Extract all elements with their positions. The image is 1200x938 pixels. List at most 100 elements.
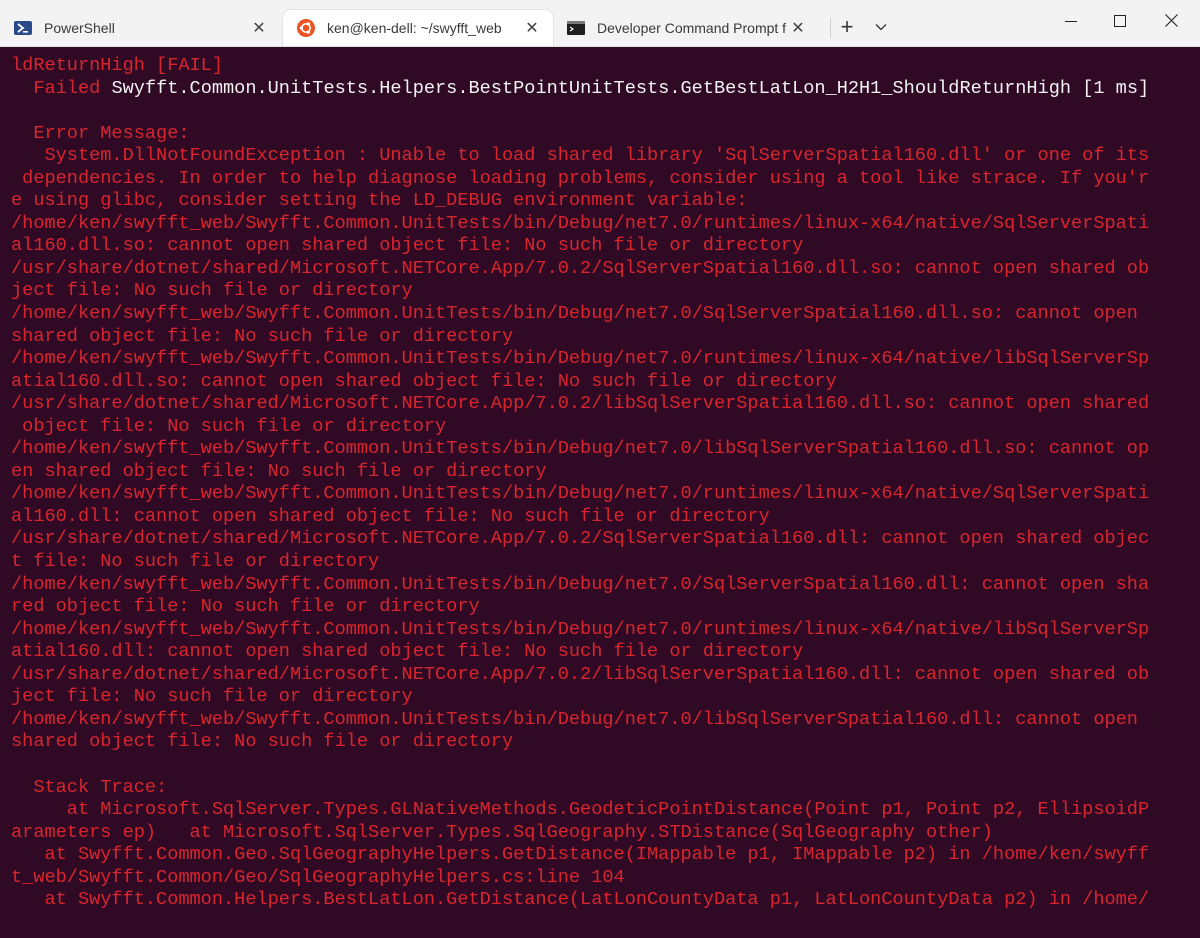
line-text: object file: No such file or directory	[11, 415, 447, 437]
line-text: t_web/Swyfft.Common/Geo/SqlGeographyHelp…	[11, 866, 625, 888]
line-text: /usr/share/dotnet/shared/Microsoft.NETCo…	[11, 528, 1150, 550]
line-text: Stack Trace:	[11, 776, 168, 798]
line-text	[11, 754, 22, 775]
line-text: arameters ep) at Microsoft.SqlServer.Typ…	[11, 821, 993, 843]
cmd-icon	[567, 19, 585, 37]
terminal-line: Stack Trace:	[11, 777, 1149, 800]
line-text: at Swyfft.Common.Helpers.BestLatLon.GetD…	[11, 889, 1150, 911]
line-text: at Swyfft.Common.Geo.SqlGeographyHelpers…	[11, 844, 1150, 866]
terminal-line: /usr/share/dotnet/shared/Microsoft.NETCo…	[11, 664, 1149, 687]
line-text: /home/ken/swyfft_web/Swyfft.Common.UnitT…	[11, 618, 1150, 640]
line-text: /usr/share/dotnet/shared/Microsoft.NETCo…	[11, 393, 1150, 415]
tab-powershell[interactable]: PowerShell ✕	[0, 10, 280, 46]
tab-developer-command-prompt[interactable]: Developer Command Prompt f ✕	[553, 10, 819, 46]
terminal-line: Failed Swyfft.Common.UnitTests.Helpers.B…	[11, 78, 1149, 101]
terminal-line: /home/ken/swyfft_web/Swyfft.Common.UnitT…	[11, 438, 1149, 461]
line-text: /home/ken/swyfft_web/Swyfft.Common.UnitT…	[11, 708, 1138, 730]
line-text: Error Message:	[11, 122, 190, 144]
close-window-button[interactable]	[1148, 0, 1194, 46]
terminal-output: ldReturnHigh [FAIL] Failed Swyfft.Common…	[11, 55, 1149, 912]
close-icon	[1164, 14, 1178, 32]
terminal-line: ject file: No such file or directory	[11, 280, 1149, 303]
scrollbar[interactable]	[1194, 107, 1198, 938]
terminal-line: /home/ken/swyfft_web/Swyfft.Common.UnitT…	[11, 574, 1149, 597]
terminal-line: t_web/Swyfft.Common/Geo/SqlGeographyHelp…	[11, 867, 1149, 890]
terminal-line: ject file: No such file or directory	[11, 686, 1149, 709]
terminal-line: al160.dll.so: cannot open shared object …	[11, 235, 1149, 258]
line-text: /usr/share/dotnet/shared/Microsoft.NETCo…	[11, 663, 1150, 685]
terminal-line: red object file: No such file or directo…	[11, 596, 1149, 619]
line-text: dependencies. In order to help diagnose …	[11, 167, 1150, 189]
line-text: e using glibc, consider setting the LD_D…	[11, 190, 748, 212]
terminal-line: en shared object file: No such file or d…	[11, 461, 1149, 484]
plus-icon: +	[840, 14, 854, 39]
title-bar: PowerShell ✕ ken@ken-dell: ~/swyfft_web …	[0, 0, 1200, 47]
terminal-line: arameters ep) at Microsoft.SqlServer.Typ…	[11, 822, 1149, 845]
close-icon[interactable]: ✕	[789, 19, 807, 37]
line-text: en shared object file: No such file or d…	[11, 460, 547, 482]
chevron-down-icon	[875, 18, 887, 36]
line-text: /home/ken/swyfft_web/Swyfft.Common.UnitT…	[11, 483, 1150, 505]
terminal-line: /home/ken/swyfft_web/Swyfft.Common.UnitT…	[11, 619, 1149, 642]
line-text: /home/ken/swyfft_web/Swyfft.Common.UnitT…	[11, 303, 1138, 325]
terminal-line: al160.dll: cannot open shared object fil…	[11, 506, 1149, 529]
terminal-pane[interactable]: ldReturnHigh [FAIL] Failed Swyfft.Common…	[0, 47, 1200, 938]
terminal-line: /home/ken/swyfft_web/Swyfft.Common.UnitT…	[11, 483, 1149, 506]
ubuntu-icon	[297, 19, 315, 37]
line-text: atial160.dll: cannot open shared object …	[11, 641, 804, 663]
terminal-line: at Swyfft.Common.Helpers.BestLatLon.GetD…	[11, 889, 1149, 912]
minimize-icon	[1065, 14, 1077, 32]
line-text: red object file: No such file or directo…	[11, 596, 480, 618]
terminal-line: Error Message:	[11, 123, 1149, 146]
line-text: ject file: No such file or directory	[11, 686, 413, 708]
line-text: al160.dll.so: cannot open shared object …	[11, 235, 804, 257]
terminal-line: dependencies. In order to help diagnose …	[11, 168, 1149, 191]
line-text: t file: No such file or directory	[11, 551, 380, 573]
terminal-line	[11, 754, 1149, 777]
close-icon[interactable]: ✕	[250, 19, 268, 37]
line-prefix: Failed	[11, 77, 112, 99]
line-text: System.DllNotFoundException : Unable to …	[11, 145, 1150, 167]
tab-dropdown-button[interactable]	[868, 12, 894, 42]
maximize-button[interactable]	[1097, 0, 1143, 46]
terminal-line: object file: No such file or directory	[11, 416, 1149, 439]
line-text: shared object file: No such file or dire…	[11, 325, 514, 347]
terminal-line: /usr/share/dotnet/shared/Microsoft.NETCo…	[11, 258, 1149, 281]
tab-label: ken@ken-dell: ~/swyfft_web	[327, 20, 502, 36]
close-icon[interactable]: ✕	[523, 19, 541, 37]
line-text: at Microsoft.SqlServer.Types.GLNativeMet…	[11, 799, 1150, 821]
terminal-line: t file: No such file or directory	[11, 551, 1149, 574]
tab-label: PowerShell	[44, 20, 115, 36]
tab-divider	[830, 18, 831, 38]
tab-ubuntu[interactable]: ken@ken-dell: ~/swyfft_web ✕	[283, 10, 553, 46]
terminal-line: shared object file: No such file or dire…	[11, 731, 1149, 754]
terminal-line: /usr/share/dotnet/shared/Microsoft.NETCo…	[11, 528, 1149, 551]
line-text: Swyfft.Common.UnitTests.Helpers.BestPoin…	[111, 77, 1150, 99]
line-text: /home/ken/swyfft_web/Swyfft.Common.UnitT…	[11, 348, 1150, 370]
line-text: shared object file: No such file or dire…	[11, 731, 514, 753]
terminal-line: shared object file: No such file or dire…	[11, 326, 1149, 349]
terminal-line: /home/ken/swyfft_web/Swyfft.Common.UnitT…	[11, 709, 1149, 732]
line-text: ldReturnHigh [FAIL]	[11, 55, 224, 76]
line-text: /home/ken/swyfft_web/Swyfft.Common.UnitT…	[11, 438, 1150, 460]
line-text: al160.dll: cannot open shared object fil…	[11, 505, 770, 527]
line-text: ject file: No such file or directory	[11, 280, 413, 302]
new-tab-button[interactable]: +	[834, 12, 860, 42]
minimize-button[interactable]	[1048, 0, 1094, 46]
line-text: /home/ken/swyfft_web/Swyfft.Common.UnitT…	[11, 212, 1150, 234]
terminal-line: ldReturnHigh [FAIL]	[11, 55, 1149, 78]
terminal-line: at Microsoft.SqlServer.Types.GLNativeMet…	[11, 799, 1149, 822]
line-text: atial160.dll.so: cannot open shared obje…	[11, 370, 837, 392]
terminal-line: atial160.dll: cannot open shared object …	[11, 641, 1149, 664]
terminal-line	[11, 100, 1149, 123]
powershell-icon	[14, 19, 32, 37]
terminal-line: /home/ken/swyfft_web/Swyfft.Common.UnitT…	[11, 303, 1149, 326]
terminal-line: e using glibc, consider setting the LD_D…	[11, 190, 1149, 213]
line-text: /usr/share/dotnet/shared/Microsoft.NETCo…	[11, 257, 1150, 279]
terminal-line: /usr/share/dotnet/shared/Microsoft.NETCo…	[11, 393, 1149, 416]
line-text: /home/ken/swyfft_web/Swyfft.Common.UnitT…	[11, 573, 1150, 595]
line-text	[11, 100, 22, 121]
terminal-line: /home/ken/swyfft_web/Swyfft.Common.UnitT…	[11, 348, 1149, 371]
terminal-line: atial160.dll.so: cannot open shared obje…	[11, 371, 1149, 394]
maximize-icon	[1114, 14, 1126, 32]
